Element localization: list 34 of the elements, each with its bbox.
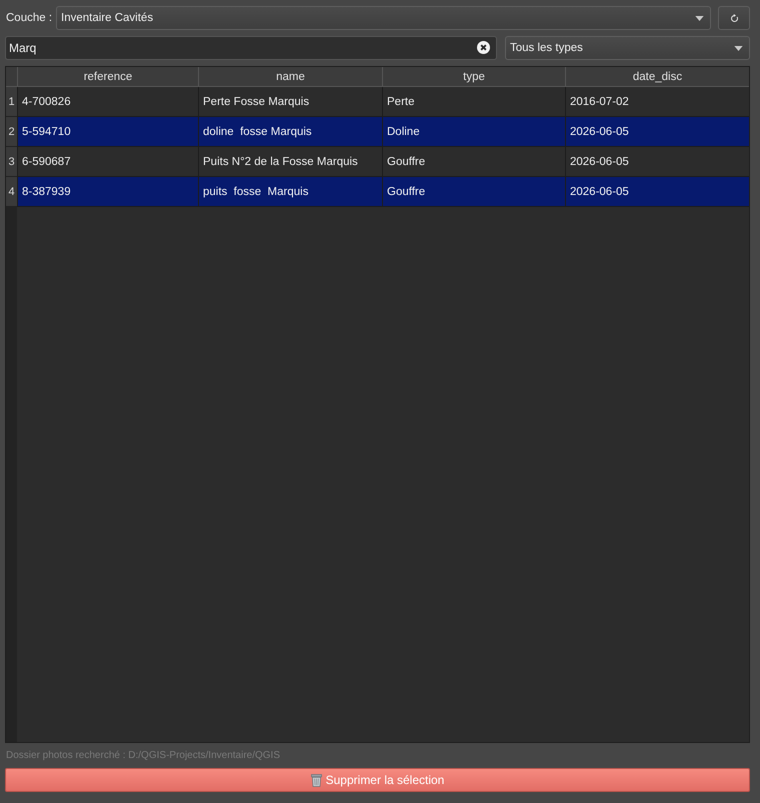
table-cell: Puits N°2 de la Fosse Marquis	[198, 147, 382, 177]
table-cell: puits fosse Marquis	[198, 177, 382, 207]
row-number[interactable]: 2	[6, 117, 17, 147]
table-cell: 8-387939	[17, 177, 198, 207]
wastebasket-icon	[310, 774, 322, 786]
clear-icon[interactable]	[477, 41, 490, 54]
column-header[interactable]: reference	[17, 67, 198, 87]
layer-label: Couche :	[6, 12, 52, 24]
caret-icon	[734, 46, 743, 50]
table-cell: Perte Fosse Marquis	[198, 87, 382, 117]
row-number[interactable]: 3	[6, 147, 17, 177]
table-cell: Doline	[382, 117, 565, 147]
column-header[interactable]: type	[382, 67, 565, 87]
table-cell: 6-590687	[17, 147, 198, 177]
search-field[interactable]: Marq	[5, 36, 497, 60]
table-cell: Perte	[382, 87, 565, 117]
caret-icon	[695, 16, 704, 20]
table-cell: Gouffre	[382, 147, 565, 177]
refresh-icon	[730, 14, 738, 22]
table-cell: 2026-06-05	[565, 177, 749, 207]
table-cell: 4-700826	[17, 87, 198, 117]
column-header[interactable]: name	[198, 67, 382, 87]
table-cell: 5-594710	[17, 117, 198, 147]
table-cell: 2026-06-05	[565, 117, 749, 147]
row-number[interactable]: 4	[6, 177, 17, 207]
table-cell: Gouffre	[382, 177, 565, 207]
table-cell: doline fosse Marquis	[198, 117, 382, 147]
column-header[interactable]: date_disc	[565, 67, 749, 87]
table-cell: 2016-07-02	[565, 87, 749, 117]
refresh-button[interactable]	[718, 6, 750, 30]
row-number[interactable]: 1	[6, 87, 17, 117]
type-dropdown[interactable]: Tous les types	[505, 36, 750, 60]
layer-dropdown[interactable]: Inventaire Cavités	[56, 6, 711, 30]
table-cell: 2026-06-05	[565, 147, 749, 177]
